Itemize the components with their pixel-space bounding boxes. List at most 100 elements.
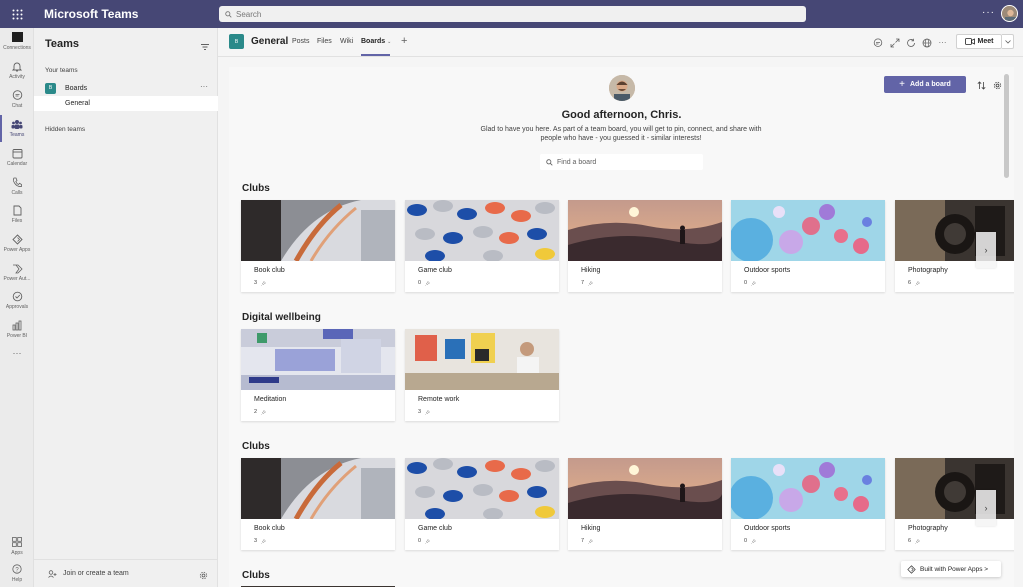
board-card-photography[interactable]: Photography 6 [895,458,1014,550]
board-card-meditation[interactable]: Meditation 2 [241,329,395,421]
rail-label: Activity [9,74,25,80]
chevron-down-icon: ⌄ [387,39,392,45]
join-create-team[interactable]: Join or create a team [34,559,218,587]
filter-icon[interactable] [201,39,209,53]
hiking-image [568,200,722,261]
conversation-icon[interactable] [872,37,883,48]
meet-button[interactable]: Meet [956,34,1002,49]
pin-count: 0 [744,280,757,286]
channel-name: General [65,100,90,107]
connections-icon [11,31,23,43]
count-value: 0 [744,280,748,286]
add-board-button[interactable]: + Add a board [884,76,966,93]
count-value: 6 [908,538,912,544]
tab-files[interactable]: Files [317,38,332,45]
teams-icon [11,118,23,130]
board-card-book-club[interactable]: Book club 3 [241,200,395,292]
card-name: Hiking [581,267,601,274]
board-card-hiking[interactable]: Hiking 7 [568,458,722,550]
count-value: 6 [908,280,912,286]
power-apps-icon [11,233,23,245]
card-name: Hiking [581,525,601,532]
rail-label: Approvals [5,304,29,310]
more-options-icon[interactable]: ··· [937,37,948,48]
board-card-book-club[interactable]: Book club 3 [241,458,395,550]
gear-icon[interactable] [993,79,1002,93]
hidden-teams-label[interactable]: Hidden teams [45,126,85,133]
rail-label: Power Aut... [3,276,31,282]
search-input[interactable]: Search [219,6,806,22]
card-name: Photography [908,267,948,274]
pin-count: 3 [418,409,431,415]
rail-item-power-bi[interactable]: Power BI [0,319,34,339]
globe-icon[interactable] [921,37,932,48]
rail-item-power-apps[interactable]: Power Apps [0,233,34,253]
expand-icon[interactable] [889,37,900,48]
board-card-photography[interactable]: Photography 6 [895,200,1014,292]
channel-title: General [251,36,289,47]
scroll-right-button[interactable]: › [976,232,996,268]
rail-item-power-automate[interactable]: Power Aut... [0,262,34,282]
app-title: Microsoft Teams [44,7,139,21]
count-value: 7 [581,538,585,544]
rail-item-approvals[interactable]: Approvals [0,290,34,310]
user-avatar[interactable] [1001,5,1018,22]
rail-item-connections[interactable]: Connections [0,31,34,51]
count-value: 3 [418,409,422,415]
rail-item-help[interactable]: ? Help [0,563,34,583]
more-apps-icon[interactable]: ··· [0,348,34,358]
board-card-outdoor-sports[interactable]: Outdoor sports 0 [731,458,885,550]
scroll-right-button[interactable]: › [976,490,996,526]
more-options-icon[interactable]: ··· [982,7,995,18]
rail-item-files[interactable]: Files [0,204,34,224]
rail-item-apps[interactable]: Apps [0,536,34,556]
find-board-input[interactable]: Find a board [540,154,703,170]
team-more-icon[interactable]: ··· [200,82,208,91]
rail-label: Files [11,218,23,224]
count-value: 0 [418,280,422,286]
app-launcher-icon[interactable] [0,0,34,28]
pin-icon [261,280,267,286]
rail-item-activity[interactable]: Activity [0,60,34,80]
chevron-right-icon: › [984,503,988,513]
greeting: Good afternoon, Chris. [561,109,682,121]
remote-work-image [405,329,559,390]
built-with-power-apps-button[interactable]: Built with Power Apps > [901,561,1001,577]
team-name: Boards [65,84,88,92]
board-card-game-club[interactable]: Game club 0 [405,200,559,292]
pin-icon [915,280,921,286]
tab-posts[interactable]: Posts [292,38,310,45]
sort-icon[interactable] [977,79,986,93]
scrollbar-thumb[interactable] [1004,74,1009,178]
gear-icon[interactable] [199,569,208,583]
search-icon [225,10,232,18]
refresh-icon[interactable] [905,37,916,48]
add-board-label: Add a board [910,81,951,88]
plus-icon: + [899,79,905,90]
photography-image [895,200,1014,261]
team-item-boards[interactable]: B Boards ··· [34,80,218,96]
bell-icon [11,60,23,72]
card-name: Book club [254,267,285,274]
add-tab-button[interactable]: + [401,35,407,47]
rail-item-chat[interactable]: Chat [0,89,34,109]
book-club-image [241,200,395,261]
approvals-icon [11,290,23,302]
section-title-clubs: Clubs [242,183,270,194]
meditation-image [241,329,395,390]
board-card-hiking[interactable]: Hiking 7 [568,200,722,292]
tab-wiki[interactable]: Wiki [340,38,353,45]
board-card-game-club[interactable]: Game club 0 [405,458,559,550]
rail-label: Connections [3,45,31,51]
card-name: Remote work [418,396,460,403]
meet-dropdown-button[interactable] [1002,34,1014,49]
outdoor-sports-image [731,200,885,261]
board-card-remote-work[interactable]: Remote work 3 [405,329,559,421]
board-card-outdoor-sports[interactable]: Outdoor sports 0 [731,200,885,292]
rail-item-teams[interactable]: Teams [0,118,34,138]
game-club-image [405,458,559,519]
rail-item-calendar[interactable]: Calendar [0,147,34,167]
rail-item-calls[interactable]: Calls [0,176,34,196]
tab-boards[interactable]: Boards ⌄ [361,38,391,45]
channel-item-general[interactable]: General [34,96,218,111]
